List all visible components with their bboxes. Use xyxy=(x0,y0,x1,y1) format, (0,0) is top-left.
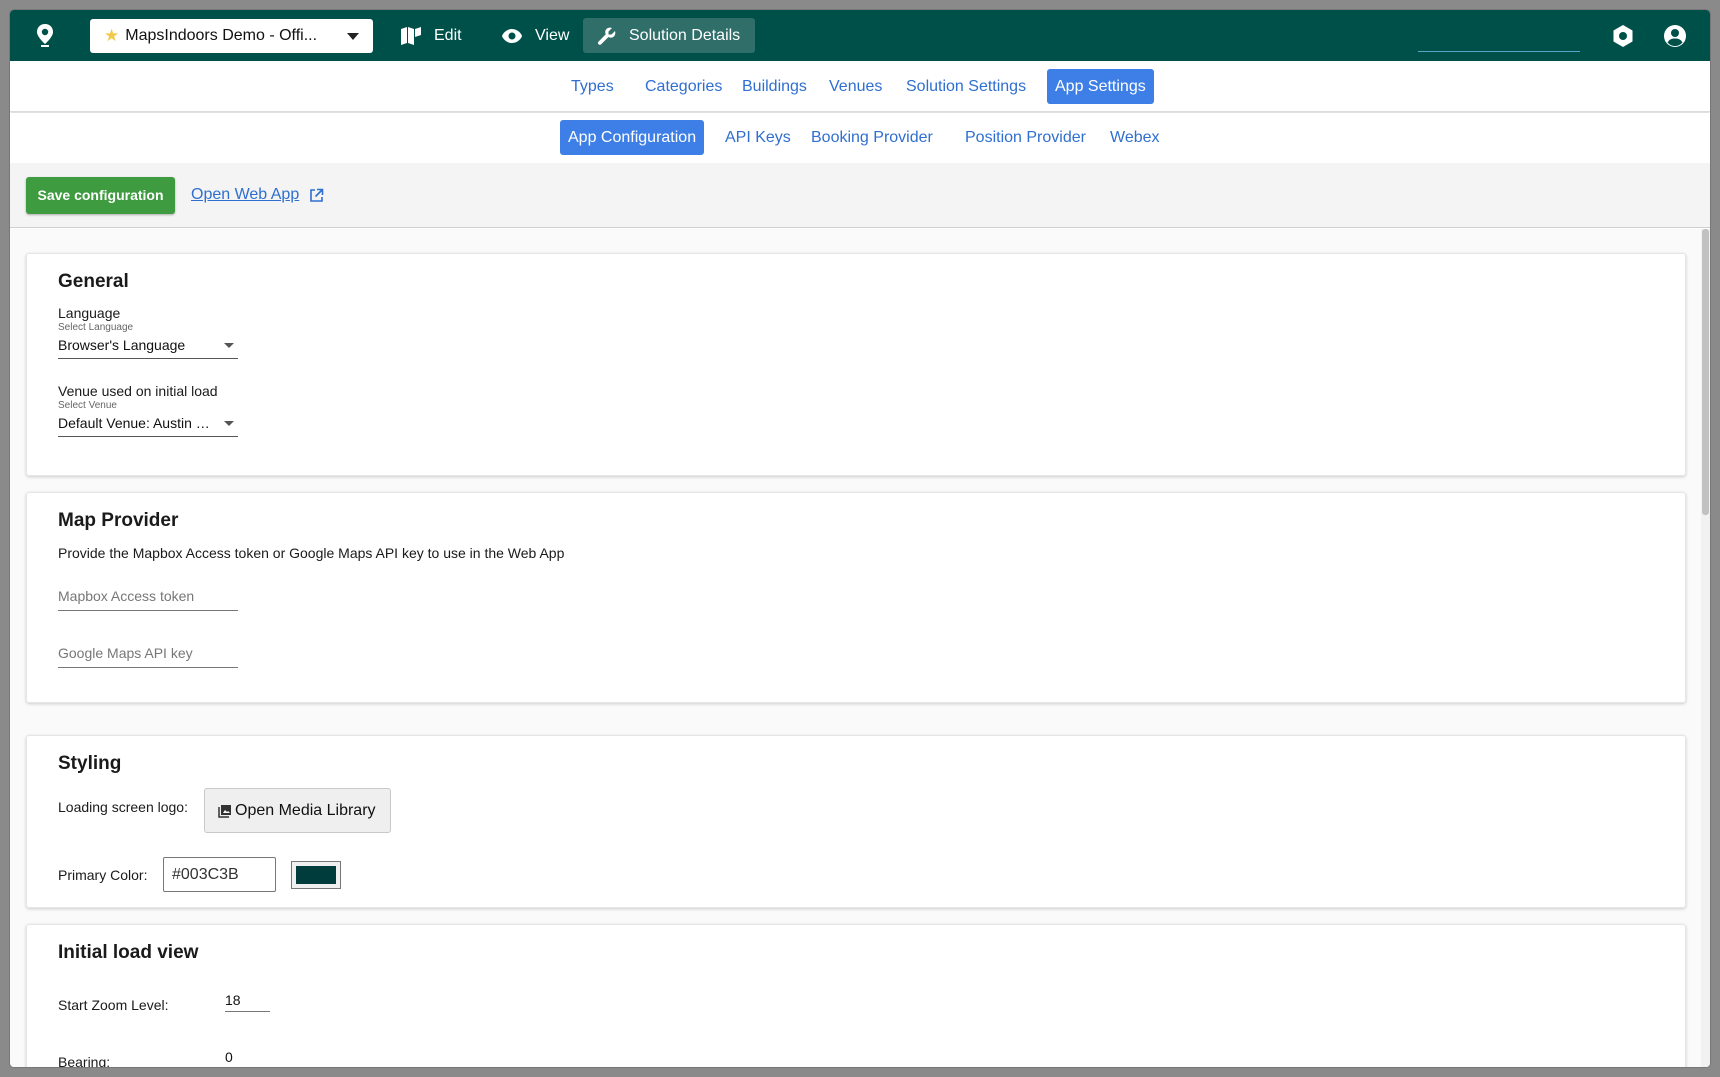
tab-solution-settings[interactable]: Solution Settings xyxy=(898,69,1034,104)
map-icon xyxy=(401,26,421,45)
content-scrollbar[interactable] xyxy=(1701,229,1710,1067)
chevron-down-icon xyxy=(347,33,359,40)
mapbox-token-input[interactable] xyxy=(58,581,238,611)
tab-types[interactable]: Types xyxy=(563,69,622,104)
primary-color-swatch-fill xyxy=(296,866,336,884)
venue-label: Venue used on initial load xyxy=(58,383,218,399)
initial-load-view-title: Initial load view xyxy=(58,942,199,963)
start-zoom-input[interactable] xyxy=(225,988,270,1012)
tab-categories[interactable]: Categories xyxy=(637,69,730,104)
tab-api-keys[interactable]: API Keys xyxy=(717,120,799,155)
secondary-tabs: App Configuration API Keys Booking Provi… xyxy=(10,113,1710,163)
open-web-app-link[interactable]: Open Web App xyxy=(191,186,324,204)
initial-load-view-card: Initial load view Start Zoom Level: Bear… xyxy=(26,924,1686,1067)
loading-logo-label: Loading screen logo: xyxy=(58,799,188,815)
primary-tabs: Types Categories Buildings Venues Soluti… xyxy=(10,61,1710,112)
tab-buildings[interactable]: Buildings xyxy=(734,69,815,104)
mapsindoors-logo-icon[interactable] xyxy=(32,22,58,48)
bearing-input[interactable] xyxy=(225,1045,270,1067)
configuration-content: General Language Select Language Browser… xyxy=(10,229,1710,1067)
solution-name: MapsIndoors Demo - Offi... xyxy=(125,27,318,44)
language-value: Browser's Language xyxy=(58,337,186,353)
action-bar: Save configuration Open Web App xyxy=(10,163,1710,228)
language-select[interactable]: Browser's Language xyxy=(58,333,238,359)
nav-edit[interactable]: Edit xyxy=(386,18,476,53)
settings-hexagon-icon[interactable] xyxy=(1610,23,1636,49)
tab-webex[interactable]: Webex xyxy=(1102,120,1168,155)
primary-color-swatch[interactable] xyxy=(291,861,341,889)
general-card: General Language Select Language Browser… xyxy=(26,253,1686,476)
open-media-library-button[interactable]: Open Media Library xyxy=(204,788,391,833)
top-bar: ★ MapsIndoors Demo - Offi... Edit View S… xyxy=(10,10,1710,61)
solution-select[interactable]: ★ MapsIndoors Demo - Offi... xyxy=(90,19,373,53)
venue-sublabel: Select Venue xyxy=(58,400,117,411)
primary-color-label: Primary Color: xyxy=(58,867,148,883)
styling-title: Styling xyxy=(58,753,122,774)
external-link-icon xyxy=(310,188,324,202)
tab-position-provider[interactable]: Position Provider xyxy=(957,120,1094,155)
start-zoom-label: Start Zoom Level: xyxy=(58,997,169,1013)
map-provider-card: Map Provider Provide the Mapbox Access t… xyxy=(26,492,1686,703)
nav-solution-details[interactable]: Solution Details xyxy=(583,18,755,53)
map-provider-description: Provide the Mapbox Access token or Googl… xyxy=(58,545,565,561)
nav-solution-details-label: Solution Details xyxy=(629,26,741,44)
open-media-library-label: Open Media Library xyxy=(235,801,376,819)
tab-app-settings[interactable]: App Settings xyxy=(1047,69,1154,104)
open-web-app-label: Open Web App xyxy=(191,186,300,203)
media-library-icon xyxy=(218,804,231,818)
dropdown-arrow-icon xyxy=(224,343,234,348)
dropdown-arrow-icon xyxy=(224,421,234,426)
wrench-icon xyxy=(597,27,616,45)
nav-view[interactable]: View xyxy=(487,18,583,53)
search-underline[interactable] xyxy=(1418,51,1580,52)
scrollbar-thumb[interactable] xyxy=(1702,229,1709,515)
tab-booking-provider[interactable]: Booking Provider xyxy=(803,120,941,155)
primary-color-input[interactable] xyxy=(163,857,276,892)
tab-app-configuration[interactable]: App Configuration xyxy=(560,120,705,155)
app-window: ★ MapsIndoors Demo - Offi... Edit View S… xyxy=(10,10,1710,1067)
styling-card: Styling Loading screen logo: Open Media … xyxy=(26,735,1686,908)
venue-value: Default Venue: Austin Office xyxy=(58,415,214,431)
bearing-label: Bearing: xyxy=(58,1054,111,1067)
google-maps-key-input[interactable] xyxy=(58,638,238,668)
save-configuration-button[interactable]: Save configuration xyxy=(26,177,175,214)
language-sublabel: Select Language xyxy=(58,322,134,333)
venue-select[interactable]: Default Venue: Austin Office xyxy=(58,411,238,437)
nav-edit-label: Edit xyxy=(434,26,462,44)
account-icon[interactable] xyxy=(1662,23,1688,49)
nav-view-label: View xyxy=(535,26,570,44)
eye-icon xyxy=(502,28,522,43)
general-title: General xyxy=(58,271,129,292)
map-provider-title: Map Provider xyxy=(58,510,179,531)
tab-venues[interactable]: Venues xyxy=(821,69,890,104)
language-label: Language xyxy=(58,305,121,321)
star-icon: ★ xyxy=(104,26,120,45)
